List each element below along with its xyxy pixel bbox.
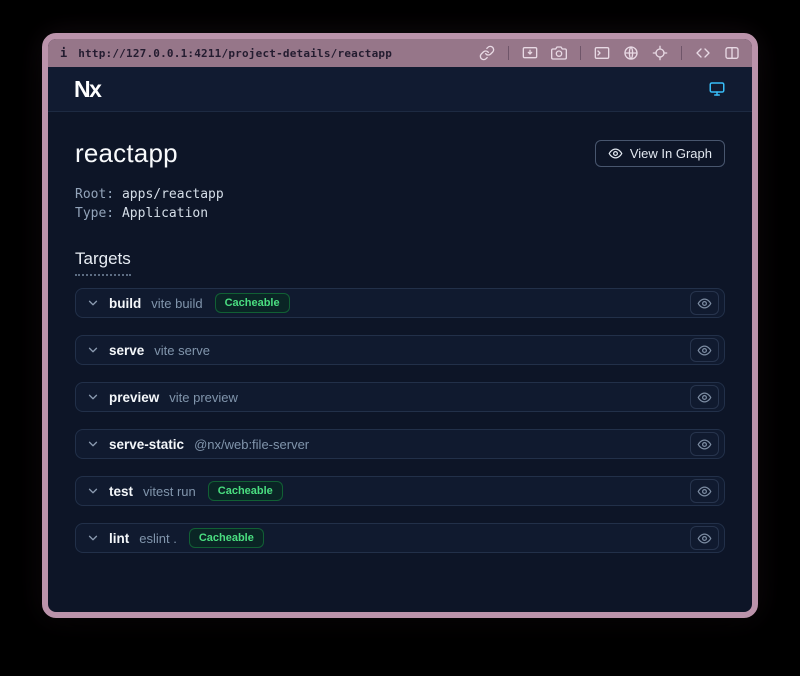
chevron-down-icon[interactable] [86, 390, 100, 404]
target-command: vite serve [154, 343, 210, 358]
view-target-button[interactable] [690, 526, 719, 550]
target-row-test[interactable]: test vitest run Cacheable [75, 476, 725, 506]
target-list: build vite build Cacheable serve vite se… [75, 288, 725, 553]
chevron-down-icon[interactable] [86, 296, 100, 310]
target-name: serve-static [109, 437, 184, 452]
type-label: Type: [75, 206, 114, 221]
toolbar-separator [508, 46, 509, 60]
view-target-button[interactable] [690, 432, 719, 456]
root-label: Root: [75, 187, 114, 202]
app-header: Nx [48, 67, 752, 112]
cacheable-badge: Cacheable [215, 293, 290, 313]
view-in-graph-label: View In Graph [630, 146, 712, 161]
browser-title-bar: i http://127.0.0.1:4211/project-details/… [48, 39, 752, 67]
cacheable-badge: Cacheable [189, 528, 264, 548]
target-row-build[interactable]: build vite build Cacheable [75, 288, 725, 318]
chevron-down-icon[interactable] [86, 343, 100, 357]
root-value: apps/reactapp [122, 187, 224, 202]
eye-icon [697, 484, 712, 499]
target-row-preview[interactable]: preview vite preview [75, 382, 725, 412]
target-command: @nx/web:file-server [194, 437, 309, 452]
eye-icon [608, 146, 623, 161]
toolbar-separator [681, 46, 682, 60]
eye-icon [697, 296, 712, 311]
cacheable-badge: Cacheable [208, 481, 283, 501]
target-name: preview [109, 390, 159, 405]
monitor-icon[interactable] [708, 80, 726, 98]
save-screen-icon[interactable] [522, 45, 538, 61]
link-icon[interactable] [479, 45, 495, 61]
target-row-lint[interactable]: lint eslint . Cacheable [75, 523, 725, 553]
page-title: reactapp [75, 138, 178, 169]
console-icon[interactable] [594, 45, 610, 61]
toolbar-separator [580, 46, 581, 60]
targets-heading: Targets [75, 249, 131, 276]
view-in-graph-button[interactable]: View In Graph [595, 140, 725, 167]
target-command: vitest run [143, 484, 196, 499]
project-root-line: Root: apps/reactapp [75, 185, 725, 204]
eye-icon [697, 390, 712, 405]
target-command: eslint . [139, 531, 177, 546]
chevron-down-icon[interactable] [86, 531, 100, 545]
split-view-icon[interactable] [724, 45, 740, 61]
nx-logo[interactable]: Nx [74, 76, 100, 103]
browser-toolbar [479, 45, 740, 61]
project-details-page: reactapp View In Graph Root: apps/reacta… [48, 112, 752, 612]
address-url[interactable]: http://127.0.0.1:4211/project-details/re… [78, 47, 392, 60]
target-command: vite preview [169, 390, 238, 405]
view-target-button[interactable] [690, 385, 719, 409]
view-target-button[interactable] [690, 291, 719, 315]
code-icon[interactable] [695, 45, 711, 61]
browser-preview-window: i http://127.0.0.1:4211/project-details/… [42, 33, 758, 618]
target-row-serve[interactable]: serve vite serve [75, 335, 725, 365]
target-row-serve-static[interactable]: serve-static @nx/web:file-server [75, 429, 725, 459]
project-type-line: Type: Application [75, 204, 725, 223]
view-target-button[interactable] [690, 338, 719, 362]
target-command: vite build [151, 296, 202, 311]
eye-icon [697, 531, 712, 546]
target-name: build [109, 296, 141, 311]
view-target-button[interactable] [690, 479, 719, 503]
target-name: serve [109, 343, 144, 358]
info-icon: i [60, 46, 67, 60]
target-name: test [109, 484, 133, 499]
target-name: lint [109, 531, 129, 546]
eye-icon [697, 343, 712, 358]
locate-icon[interactable] [652, 45, 668, 61]
globe-icon[interactable] [623, 45, 639, 61]
type-value: Application [122, 206, 208, 221]
eye-icon [697, 437, 712, 452]
chevron-down-icon[interactable] [86, 484, 100, 498]
camera-icon[interactable] [551, 45, 567, 61]
chevron-down-icon[interactable] [86, 437, 100, 451]
